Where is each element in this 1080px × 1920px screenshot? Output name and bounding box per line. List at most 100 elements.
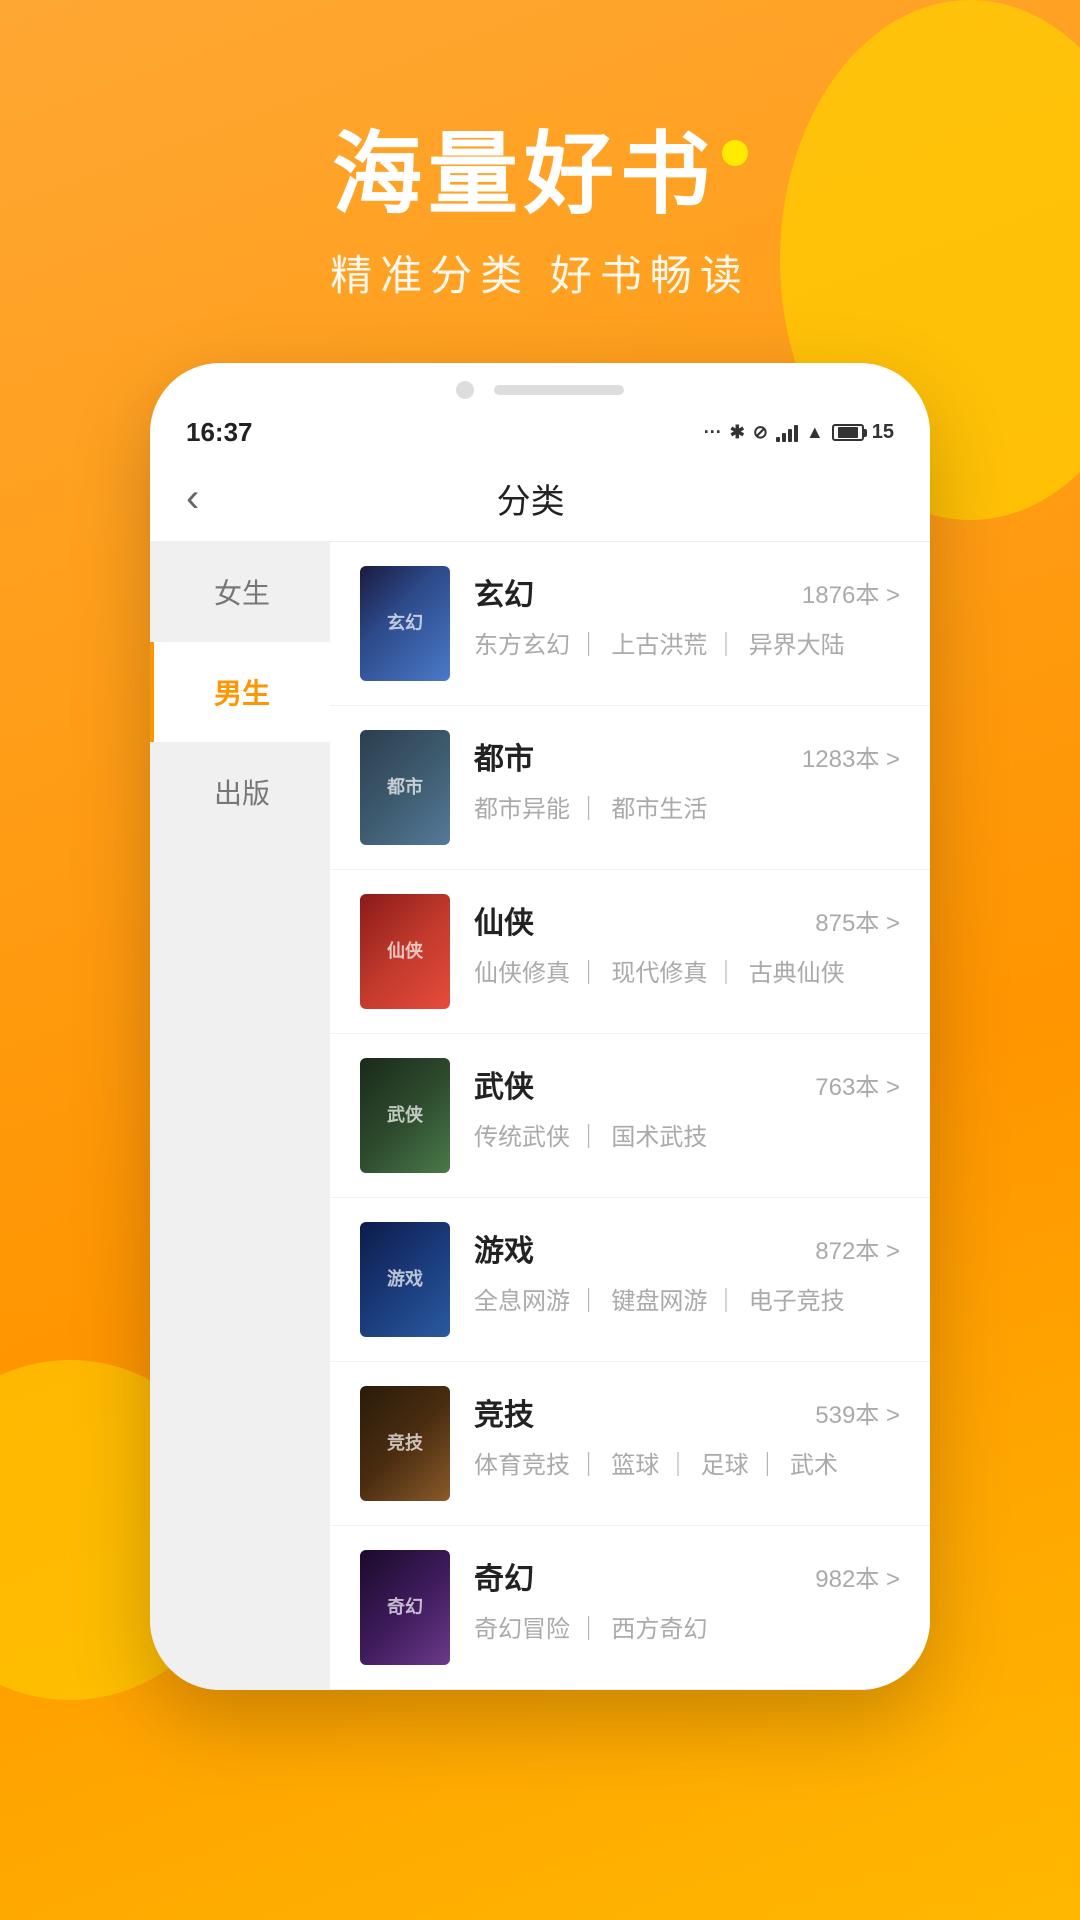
category-item[interactable]: 武侠 武侠 763本 > 传统武侠 ｜ 国术武技 bbox=[330, 1034, 930, 1198]
category-info-cat-6: 竞技 539本 > 体育竞技 ｜ 篮球 ｜ 足球 ｜ 武术 bbox=[474, 1386, 900, 1484]
status-bar: 16:37 ··· ✱ ⊘ ▲ 15 bbox=[150, 409, 930, 456]
tag-1: 国术武技 bbox=[611, 1124, 707, 1151]
category-item[interactable]: 仙侠 仙侠 875本 > 仙侠修真 ｜ 现代修真 ｜ 古典仙侠 bbox=[330, 870, 930, 1034]
sidebar: 女生 男生 出版 bbox=[150, 542, 330, 1690]
category-header-cat-7: 奇幻 982本 > bbox=[474, 1554, 900, 1598]
sidebar-item-publish[interactable]: 出版 bbox=[150, 742, 330, 842]
silent-icon: ⊘ bbox=[753, 422, 768, 443]
signal-bar-3 bbox=[788, 429, 792, 442]
category-name-cat-2: 都市 bbox=[474, 734, 534, 778]
category-cover-cat-4: 武侠 bbox=[360, 1058, 450, 1173]
category-count-cat-7: 982本 > bbox=[815, 1559, 900, 1594]
category-header-cat-6: 竞技 539本 > bbox=[474, 1390, 900, 1434]
category-tags-cat-4: 传统武侠 ｜ 国术武技 bbox=[474, 1120, 900, 1156]
tag-2: 古典仙侠 bbox=[749, 960, 845, 987]
battery-number: 15 bbox=[872, 421, 894, 444]
category-header-cat-1: 玄幻 1876本 > bbox=[474, 570, 900, 614]
cover-text-cat-7: 奇幻 bbox=[360, 1550, 450, 1665]
tag-1: 都市生活 bbox=[611, 796, 707, 823]
category-item[interactable]: 玄幻 玄幻 1876本 > 东方玄幻 ｜ 上古洪荒 ｜ 异界大陆 bbox=[330, 542, 930, 706]
category-header-cat-3: 仙侠 875本 > bbox=[474, 898, 900, 942]
sidebar-item-male[interactable]: 男生 bbox=[150, 642, 330, 742]
tag-1: 键盘网游 ｜ bbox=[611, 1288, 738, 1315]
hero-title-container: 海量好书 bbox=[0, 130, 1080, 220]
category-cover-cat-6: 竞技 bbox=[360, 1386, 450, 1501]
content-area: 女生 男生 出版 玄幻 玄幻 1876本 > 东方玄幻 ｜ 上 bbox=[150, 542, 930, 1690]
category-cover-cat-1: 玄幻 bbox=[360, 566, 450, 681]
tag-0: 都市异能 ｜ bbox=[474, 796, 601, 823]
status-icons: ··· ✱ ⊘ ▲ 15 bbox=[704, 421, 894, 444]
category-name-cat-5: 游戏 bbox=[474, 1226, 534, 1270]
category-name-cat-7: 奇幻 bbox=[474, 1554, 534, 1598]
phone-frame: 16:37 ··· ✱ ⊘ ▲ 15 ‹ 分类 bbox=[150, 363, 930, 1690]
back-button[interactable]: ‹ bbox=[186, 476, 199, 521]
sidebar-item-female[interactable]: 女生 bbox=[150, 542, 330, 642]
category-item[interactable]: 竞技 竞技 539本 > 体育竞技 ｜ 篮球 ｜ 足球 ｜ 武术 bbox=[330, 1362, 930, 1526]
tag-1: 现代修真 ｜ bbox=[611, 960, 738, 987]
bluetooth-icon: ✱ bbox=[730, 422, 745, 443]
category-tags-cat-3: 仙侠修真 ｜ 现代修真 ｜ 古典仙侠 bbox=[474, 956, 900, 992]
category-name-cat-1: 玄幻 bbox=[474, 570, 534, 614]
phone-camera bbox=[456, 381, 474, 399]
category-cover-cat-3: 仙侠 bbox=[360, 894, 450, 1009]
category-name-cat-3: 仙侠 bbox=[474, 898, 534, 942]
signal-bars bbox=[776, 424, 798, 442]
category-count-cat-1: 1876本 > bbox=[802, 575, 900, 610]
category-info-cat-1: 玄幻 1876本 > 东方玄幻 ｜ 上古洪荒 ｜ 异界大陆 bbox=[474, 566, 900, 664]
category-list: 玄幻 玄幻 1876本 > 东方玄幻 ｜ 上古洪荒 ｜ 异界大陆 都市 都市 1… bbox=[330, 542, 930, 1690]
tag-0: 全息网游 ｜ bbox=[474, 1288, 601, 1315]
battery-icon bbox=[832, 424, 864, 441]
sidebar-label-male: 男生 bbox=[214, 678, 270, 709]
signal-bar-4 bbox=[794, 425, 798, 442]
category-cover-cat-5: 游戏 bbox=[360, 1222, 450, 1337]
category-name-cat-6: 竞技 bbox=[474, 1390, 534, 1434]
tag-0: 东方玄幻 ｜ bbox=[474, 632, 601, 659]
signal-bar-2 bbox=[782, 433, 786, 442]
tag-1: 上古洪荒 ｜ bbox=[611, 632, 738, 659]
category-tags-cat-5: 全息网游 ｜ 键盘网游 ｜ 电子竞技 bbox=[474, 1284, 900, 1320]
wifi-icon: ▲ bbox=[806, 422, 824, 443]
signal-bar-1 bbox=[776, 437, 780, 442]
category-name-cat-4: 武侠 bbox=[474, 1062, 534, 1106]
battery-level bbox=[838, 427, 858, 438]
cover-text-cat-3: 仙侠 bbox=[360, 894, 450, 1009]
sidebar-label-publish: 出版 bbox=[214, 778, 270, 809]
phone-speaker bbox=[494, 385, 624, 395]
page-title: 分类 bbox=[219, 474, 842, 523]
category-tags-cat-2: 都市异能 ｜ 都市生活 bbox=[474, 792, 900, 828]
category-cover-cat-7: 奇幻 bbox=[360, 1550, 450, 1665]
tag-2: 异界大陆 bbox=[749, 632, 845, 659]
category-item[interactable]: 游戏 游戏 872本 > 全息网游 ｜ 键盘网游 ｜ 电子竞技 bbox=[330, 1198, 930, 1362]
tag-0: 传统武侠 ｜ bbox=[474, 1124, 601, 1151]
category-header-cat-5: 游戏 872本 > bbox=[474, 1226, 900, 1270]
nav-bar: ‹ 分类 bbox=[150, 456, 930, 542]
tag-1: 篮球 ｜ bbox=[611, 1452, 690, 1479]
hero-subtitle: 精准分类 好书畅读 bbox=[0, 242, 1080, 303]
category-count-cat-6: 539本 > bbox=[815, 1395, 900, 1430]
hero-title-text: 海量好书 bbox=[332, 130, 716, 220]
hero-dot bbox=[722, 140, 748, 166]
category-info-cat-2: 都市 1283本 > 都市异能 ｜ 都市生活 bbox=[474, 730, 900, 828]
phone-wrapper: 16:37 ··· ✱ ⊘ ▲ 15 ‹ 分类 bbox=[0, 363, 1080, 1750]
category-header-cat-2: 都市 1283本 > bbox=[474, 734, 900, 778]
category-item[interactable]: 奇幻 奇幻 982本 > 奇幻冒险 ｜ 西方奇幻 bbox=[330, 1526, 930, 1690]
tag-0: 仙侠修真 ｜ bbox=[474, 960, 601, 987]
cover-text-cat-6: 竞技 bbox=[360, 1386, 450, 1501]
tag-2: 电子竞技 bbox=[749, 1288, 845, 1315]
cover-text-cat-2: 都市 bbox=[360, 730, 450, 845]
category-tags-cat-6: 体育竞技 ｜ 篮球 ｜ 足球 ｜ 武术 bbox=[474, 1448, 900, 1484]
category-header-cat-4: 武侠 763本 > bbox=[474, 1062, 900, 1106]
category-tags-cat-7: 奇幻冒险 ｜ 西方奇幻 bbox=[474, 1612, 900, 1648]
category-info-cat-4: 武侠 763本 > 传统武侠 ｜ 国术武技 bbox=[474, 1058, 900, 1156]
category-cover-cat-2: 都市 bbox=[360, 730, 450, 845]
category-item[interactable]: 都市 都市 1283本 > 都市异能 ｜ 都市生活 bbox=[330, 706, 930, 870]
tag-0: 体育竞技 ｜ bbox=[474, 1452, 601, 1479]
category-tags-cat-1: 东方玄幻 ｜ 上古洪荒 ｜ 异界大陆 bbox=[474, 628, 900, 664]
category-count-cat-5: 872本 > bbox=[815, 1231, 900, 1266]
category-count-cat-4: 763本 > bbox=[815, 1067, 900, 1102]
category-count-cat-3: 875本 > bbox=[815, 903, 900, 938]
category-info-cat-7: 奇幻 982本 > 奇幻冒险 ｜ 西方奇幻 bbox=[474, 1550, 900, 1648]
tag-1: 西方奇幻 bbox=[611, 1616, 707, 1643]
tag-3: 武术 bbox=[790, 1452, 838, 1479]
category-info-cat-5: 游戏 872本 > 全息网游 ｜ 键盘网游 ｜ 电子竞技 bbox=[474, 1222, 900, 1320]
